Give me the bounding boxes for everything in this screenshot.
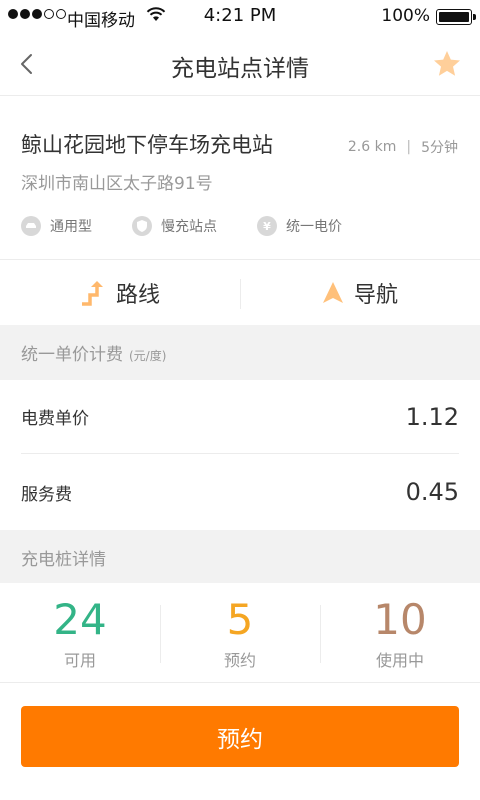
station-distance: 2.6 km (347, 139, 397, 155)
pricing-unit: (元/度) (129, 349, 167, 363)
navigate-button[interactable]: 导航 (240, 261, 480, 325)
electricity-price-value: 1.12 (405, 402, 459, 431)
station-distance-time: 2.6 km | 5分钟 (347, 139, 458, 156)
car-icon (21, 216, 41, 236)
pricing-header: 统一单价计费 (元/度) (0, 325, 480, 380)
station-address: 深圳市南山区太子路91号 (21, 174, 213, 194)
tag-universal: 通用型 (21, 216, 92, 236)
station-tags: 通用型 慢充站点 ¥ 统一电价 (21, 216, 382, 236)
pile-stats: 24 可用 5 预约 10 使用中 (0, 583, 480, 683)
reserve-button[interactable]: 预约 (21, 706, 459, 767)
station-name: 鲸山花园地下停车场充电站 (21, 133, 273, 157)
station-info: 鲸山花园地下停车场充电站 2.6 km | 5分钟 深圳市南山区太子路91号 通… (0, 97, 480, 260)
service-fee-row: 服务费 0.45 (21, 455, 459, 529)
battery-icon (436, 9, 476, 25)
service-fee-label: 服务费 (21, 484, 72, 505)
route-button[interactable]: 路线 (0, 261, 240, 325)
route-actions: 路线 导航 (0, 261, 480, 325)
piles-header: 充电桩详情 (0, 530, 480, 583)
shield-icon (132, 216, 152, 236)
electricity-price-row: 电费单价 1.12 (21, 380, 459, 454)
stat-available-count: 24 (53, 595, 107, 644)
stat-available: 24 可用 (0, 583, 160, 682)
stat-in-use: 10 使用中 (320, 583, 480, 682)
battery-percent: 100% (381, 6, 430, 26)
route-icon (81, 281, 103, 306)
stat-in-use-label: 使用中 (375, 651, 424, 670)
tag-slow-charge: 慢充站点 (132, 216, 217, 236)
stat-reserved-label: 预约 (223, 651, 256, 670)
navigation-arrow-icon (322, 282, 343, 303)
electricity-price-label: 电费单价 (21, 409, 89, 429)
station-drive-time: 5分钟 (421, 140, 458, 156)
stat-reserved-count: 5 (226, 595, 254, 644)
yen-icon: ¥ (257, 216, 277, 236)
stat-reserved: 5 预约 (160, 583, 320, 682)
tag-unified-price: ¥ 统一电价 (257, 216, 342, 236)
stat-available-label: 可用 (63, 651, 96, 670)
status-bar: 中国移动 4:21 PM 100% (0, 0, 480, 32)
page-title: 充电站点详情 (171, 56, 309, 82)
service-fee-value: 0.45 (405, 478, 459, 506)
star-icon[interactable] (432, 49, 462, 79)
nav-bar: 充电站点详情 (0, 32, 480, 96)
stat-in-use-count: 10 (373, 595, 427, 644)
